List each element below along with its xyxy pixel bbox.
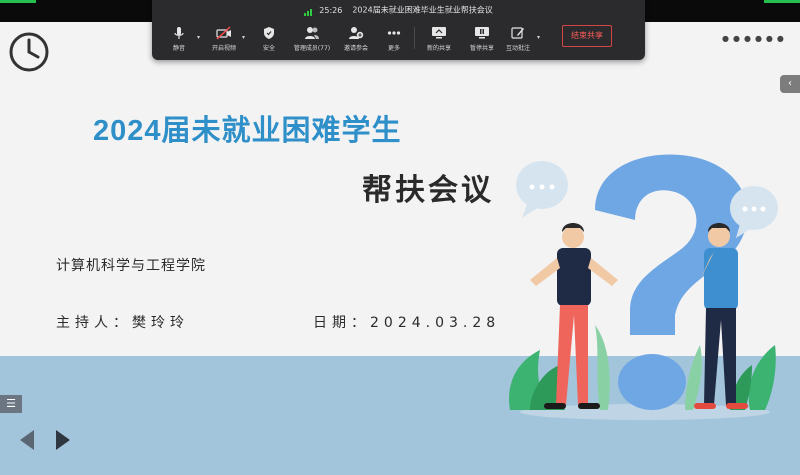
video-options-caret[interactable]: ▾ bbox=[242, 34, 245, 41]
share-screen-icon bbox=[432, 27, 446, 39]
annotate-icon bbox=[511, 27, 524, 39]
slide-department: 计算机科学与工程学院 bbox=[56, 258, 206, 274]
slide-host: 主持人：樊玲玲 bbox=[56, 315, 189, 331]
shield-icon bbox=[264, 27, 274, 39]
annotate-button[interactable]: 互动批注 bbox=[496, 26, 540, 52]
meeting-duration: 25:26 bbox=[319, 5, 343, 15]
slide-list-icon[interactable]: ☰ bbox=[0, 395, 22, 413]
signal-strength-icon bbox=[304, 4, 313, 16]
slide-date: 日期：2024.03.28 bbox=[313, 315, 501, 331]
microphone-icon bbox=[174, 27, 184, 39]
pause-share-label: 暂停共享 bbox=[469, 45, 494, 52]
end-share-button[interactable]: 结束共享 bbox=[562, 25, 612, 47]
next-slide-icon[interactable] bbox=[56, 430, 70, 450]
annotate-options-caret[interactable]: ▾ bbox=[537, 34, 540, 41]
start-video-button[interactable]: 开启视频 bbox=[202, 26, 246, 52]
slide-title-line2: 帮扶会议 bbox=[362, 174, 494, 207]
question-mark-illustration bbox=[500, 140, 790, 434]
toolbar-divider bbox=[414, 27, 415, 49]
security-label: 安全 bbox=[262, 45, 275, 52]
invite-icon bbox=[349, 27, 364, 39]
meeting-title: 2024届未就业困难毕业生就业帮扶会议 bbox=[352, 5, 493, 15]
more-button[interactable]: 更多 bbox=[372, 26, 416, 52]
mute-options-caret[interactable]: ▾ bbox=[197, 34, 200, 41]
manage-members-button[interactable]: 管理成员(77) bbox=[290, 26, 334, 52]
start-video-label: 开启视频 bbox=[211, 45, 236, 52]
more-icon bbox=[387, 31, 401, 35]
video-off-icon bbox=[216, 26, 231, 40]
security-button[interactable]: 安全 bbox=[247, 26, 291, 52]
invite-label: 邀请参会 bbox=[343, 45, 368, 52]
new-share-label: 新的共享 bbox=[426, 45, 451, 52]
collapse-panel-icon[interactable]: ‹ bbox=[780, 75, 800, 93]
new-share-button[interactable]: 新的共享 bbox=[417, 26, 461, 52]
slide-title-line1: 2024届未就业困难学生 bbox=[93, 115, 402, 147]
more-label: 更多 bbox=[387, 45, 400, 52]
manage-members-label: 管理成员(77) bbox=[293, 45, 331, 52]
previous-slide-icon[interactable] bbox=[20, 430, 34, 450]
clock-icon bbox=[8, 31, 50, 77]
green-share-border-left bbox=[0, 0, 36, 3]
pause-share-icon bbox=[475, 27, 489, 39]
more-dots-icon[interactable]: ●●●●●● bbox=[722, 34, 788, 43]
annotate-label: 互动批注 bbox=[505, 45, 530, 52]
mute-button[interactable]: 静音 bbox=[157, 26, 201, 52]
members-icon bbox=[305, 27, 319, 39]
meeting-header: 25:26 2024届未就业困难毕业生就业帮扶会议 bbox=[152, 4, 645, 16]
green-share-border-right bbox=[764, 0, 800, 3]
mute-label: 静音 bbox=[172, 45, 185, 52]
meeting-toolbar: 25:26 2024届未就业困难毕业生就业帮扶会议 静音 ▾ 开启视频 ▾ 安全 … bbox=[152, 0, 645, 60]
